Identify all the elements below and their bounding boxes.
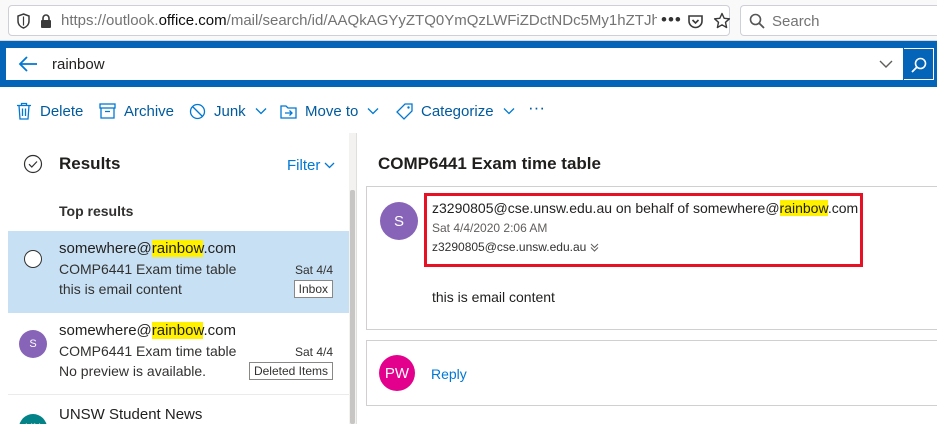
filter-label: Filter [287,157,321,174]
delete-button[interactable]: Delete [16,101,83,121]
search-highlight: rainbow [779,200,828,216]
lock-icon[interactable] [39,13,53,29]
message-date: Sat 4/4 [294,345,333,359]
browser-toolbar: https://outlook.office.com/mail/search/i… [0,0,937,41]
outlook-header: rainbow [0,41,937,87]
sent-date: Sat 4/4/2020 2:06 AM [432,221,548,235]
message-subject: COMP6441 Exam time table [59,261,237,277]
list-scrollbar-thumb[interactable] [350,190,355,424]
delete-label: Delete [40,102,84,120]
recipient-line[interactable]: z3290805@cse.unsw.edu.au [432,240,599,254]
recipient: z3290805@cse.unsw.edu.au [432,240,587,254]
junk-button[interactable]: Junk [189,101,267,121]
url-bar[interactable]: https://outlook.office.com/mail/search/i… [8,5,731,36]
mail-search-input[interactable]: rainbow [52,56,105,73]
chevron-down-icon [255,108,267,115]
pocket-icon[interactable] [687,13,704,30]
message-body: this is email content [432,289,555,305]
select-radio[interactable] [24,250,42,268]
archive-button[interactable]: Archive [99,101,174,121]
categorize-label: Categorize [421,102,494,120]
divider [8,394,349,395]
select-all-checkbox-icon[interactable] [23,154,43,174]
avatar: UN [19,414,47,424]
browser-search-box[interactable]: Search [740,5,937,36]
command-bar: Delete Archive Junk Move to Categorize ·… [0,87,937,133]
block-icon [189,103,206,119]
message-sender: somewhere@rainbow.com [59,322,236,339]
search-highlight: rainbow [151,322,204,339]
message-date: Sat 4/4 [294,263,333,277]
archive-label: Archive [124,102,175,120]
sender-avatar[interactable]: S [380,202,418,240]
trash-icon [17,102,31,120]
user-avatar: PW [379,355,415,391]
filter-button[interactable]: Filter [287,157,335,174]
message-list-item[interactable]: somewhere@rainbow.com COMP6441 Exam time… [8,231,349,313]
search-highlight: rainbow [151,240,204,257]
more-actions-button[interactable]: ··· [528,98,545,118]
message-preview: No preview is available. [59,363,207,379]
message-preview: this is email content [59,281,182,297]
expand-chevron-icon[interactable] [590,243,599,252]
tag-icon [396,102,413,120]
page-actions-menu[interactable]: ••• [661,10,682,30]
reply-button[interactable]: Reply [431,366,467,382]
chevron-down-icon [503,108,515,115]
search-icon [749,13,765,29]
bookmark-star-icon[interactable] [713,12,731,30]
message-sender: UNSW Student News [59,406,203,423]
chevron-down-icon[interactable] [879,59,893,69]
avatar: S [19,330,47,358]
folder-badge: Deleted Items [248,362,333,380]
section-header: Top results [59,203,134,219]
reading-subject: COMP6441 Exam time table [378,154,601,173]
move-to-button[interactable]: Move to [280,101,379,121]
chevron-down-icon [367,108,379,115]
message-subject: COMP6441 Exam time table [59,343,237,359]
chevron-down-icon [324,162,335,169]
move-folder-icon [280,104,297,119]
archive-icon [99,103,116,119]
search-icon [911,57,927,73]
message-list-item[interactable]: UN UNSW Student News [8,397,349,424]
mail-search-box[interactable]: rainbow [6,48,903,80]
folder-badge: Inbox [293,280,333,298]
sender-line[interactable]: z3290805@cse.unsw.edu.au on behalf of so… [432,200,858,216]
message-sender: somewhere@rainbow.com [59,240,236,257]
move-to-label: Move to [305,102,359,120]
back-arrow-icon[interactable] [18,55,38,73]
categorize-button[interactable]: Categorize [396,101,515,121]
junk-label: Junk [214,102,246,120]
message-list-item[interactable]: S somewhere@rainbow.com COMP6441 Exam ti… [8,313,349,395]
url-text[interactable]: https://outlook.office.com/mail/search/i… [61,12,657,30]
pane-divider [356,133,357,424]
search-button[interactable] [904,48,934,80]
shield-icon[interactable] [17,13,30,29]
results-heading: Results [59,154,121,173]
browser-search-placeholder: Search [772,13,820,30]
